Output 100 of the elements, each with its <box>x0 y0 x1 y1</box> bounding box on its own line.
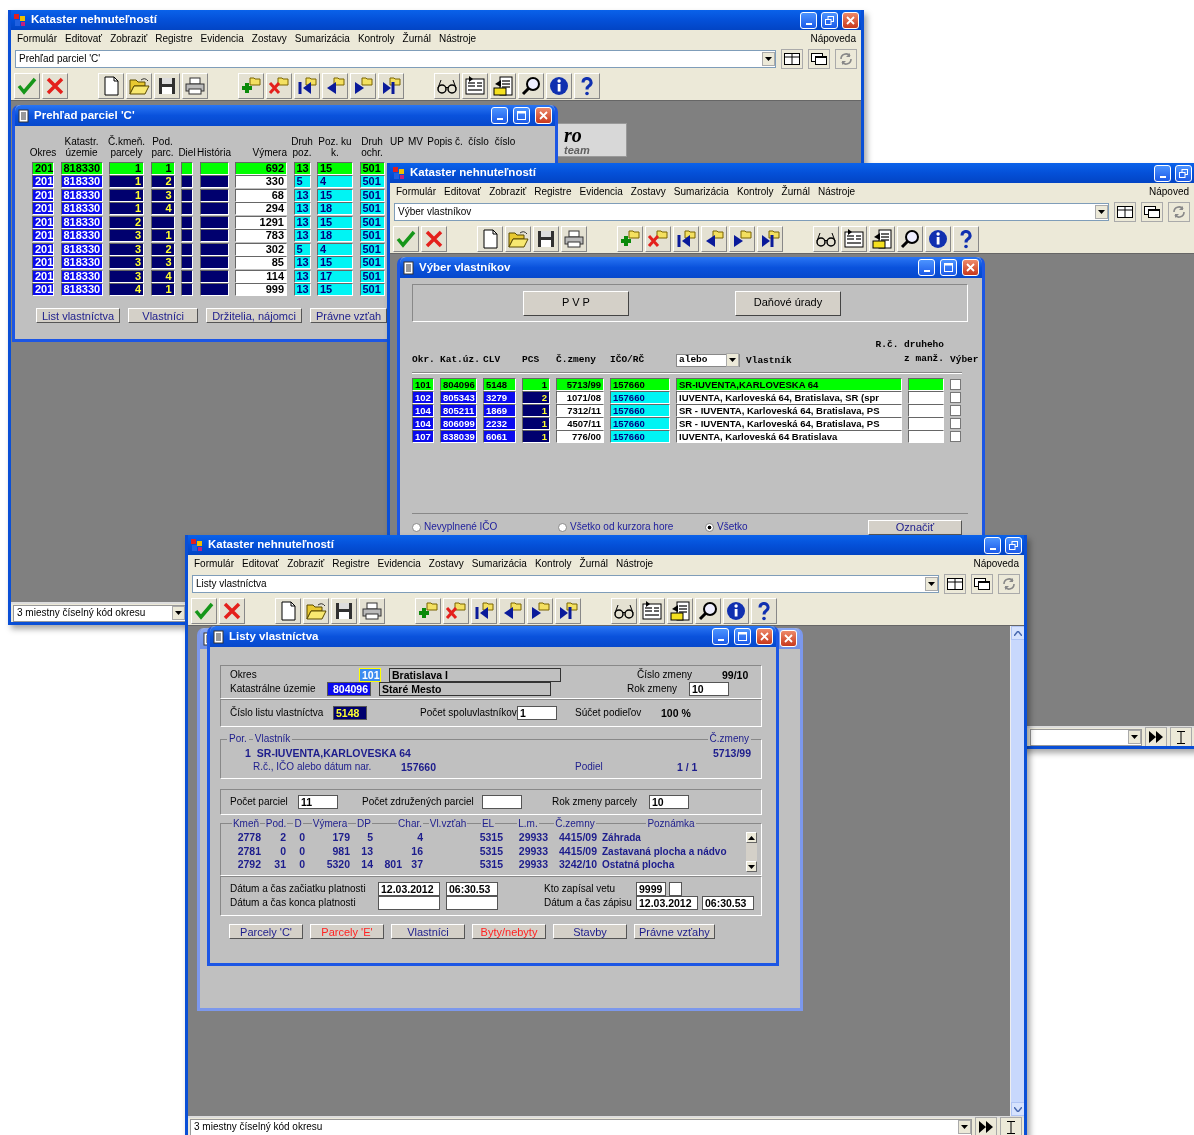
tile-button[interactable] <box>781 49 803 69</box>
maximize-button[interactable] <box>940 259 957 276</box>
dropdown-button[interactable] <box>172 606 185 620</box>
menu-item[interactable]: Sumarizácia <box>290 32 354 45</box>
menu-item[interactable]: Nápoveda <box>969 557 1022 570</box>
form-button[interactable]: Parcely 'C' <box>229 924 303 939</box>
cascade-button[interactable] <box>808 49 830 69</box>
menu-item[interactable]: Nápoved <box>1144 185 1192 198</box>
toolbar-button[interactable] <box>751 597 777 624</box>
user-field[interactable] <box>669 882 682 896</box>
refresh-button[interactable] <box>835 49 857 69</box>
dropdown-button[interactable] <box>958 1120 971 1134</box>
toolbar-button[interactable] <box>673 225 699 252</box>
checkbox[interactable] <box>950 404 961 416</box>
menu-item[interactable]: Editovať <box>238 557 284 570</box>
menu-item[interactable]: Evidencia <box>575 185 627 198</box>
toolbar-button[interactable] <box>350 72 376 99</box>
radio-button[interactable] <box>412 522 421 532</box>
toolbar-button[interactable] <box>667 597 693 624</box>
menu-item[interactable]: Kontroly <box>530 557 576 570</box>
menu-item[interactable]: Kontroly <box>732 185 778 198</box>
count-field[interactable] <box>482 795 522 809</box>
close-button[interactable] <box>756 628 773 645</box>
menu-item[interactable]: Registre <box>151 32 197 45</box>
toolbar-button[interactable] <box>813 225 839 252</box>
tile-button[interactable] <box>944 574 966 594</box>
minimize-button[interactable] <box>918 259 935 276</box>
toolbar-button[interactable] <box>729 225 755 252</box>
fast-forward-button[interactable] <box>975 1117 997 1135</box>
district-name-field[interactable]: Bratislava I <box>389 668 561 682</box>
form-selector-dropdown[interactable]: Prehľad parciel 'C' <box>15 50 776 68</box>
toolbar-button[interactable] <box>841 225 867 252</box>
co-owners-field[interactable]: 1 <box>517 706 557 720</box>
toolbar-button[interactable] <box>499 597 525 624</box>
toolbar-button[interactable] <box>897 225 923 252</box>
toolbar-button[interactable] <box>434 72 460 99</box>
toolbar-button[interactable] <box>574 72 600 99</box>
maximize-button[interactable] <box>513 107 530 124</box>
close-button[interactable] <box>780 630 797 647</box>
refresh-button[interactable] <box>998 574 1020 594</box>
toolbar-button[interactable] <box>462 72 488 99</box>
cursor-button[interactable] <box>1170 727 1192 746</box>
user-field[interactable]: 9999 <box>636 882 666 896</box>
menu-item[interactable]: Zobraziť <box>106 32 152 45</box>
mark-button[interactable]: Označiť <box>868 519 962 535</box>
toolbar-button[interactable] <box>322 72 348 99</box>
menu-item[interactable]: Formulár <box>13 32 61 45</box>
form-button[interactable]: Právne vzťah <box>309 308 388 323</box>
toolbar-button[interactable] <box>331 597 357 624</box>
date-field[interactable]: 12.03.2012 <box>378 882 440 896</box>
dropdown-button[interactable] <box>762 52 775 66</box>
toolbar-button[interactable] <box>639 597 665 624</box>
form-button[interactable]: Vlastníci <box>391 924 465 939</box>
cadastre-code-field[interactable]: 804096 <box>327 682 371 696</box>
restore-button[interactable] <box>821 11 838 29</box>
toolbar-button[interactable] <box>701 225 727 252</box>
form-button[interactable]: Držitelia, nájomci <box>206 308 302 323</box>
tile-button[interactable] <box>1114 202 1136 222</box>
form-selector-dropdown[interactable]: Výber vlastníkov <box>394 203 1109 221</box>
toolbar-button[interactable] <box>723 597 749 624</box>
filter-dropdown[interactable]: alebo <box>676 353 740 367</box>
toolbar-button[interactable] <box>953 225 979 252</box>
menu-item[interactable]: Evidencia <box>373 557 425 570</box>
minimize-button[interactable] <box>491 107 508 124</box>
toolbar-button[interactable] <box>471 597 497 624</box>
count-field[interactable]: 11 <box>298 795 338 809</box>
minimize-button[interactable] <box>984 536 1001 554</box>
menu-item[interactable]: Registre <box>328 557 374 570</box>
minimize-button[interactable] <box>800 11 817 29</box>
time-field[interactable] <box>446 896 498 910</box>
form-button[interactable]: Stavby <box>553 924 627 939</box>
toolbar-button[interactable] <box>869 225 895 252</box>
toolbar-button[interactable] <box>518 72 544 99</box>
time-field[interactable]: 06:30.53 <box>446 882 498 896</box>
minimize-button[interactable] <box>1154 164 1171 182</box>
maximize-button[interactable] <box>734 628 751 645</box>
count-field[interactable]: 10 <box>649 795 689 809</box>
dropdown-button[interactable] <box>1128 730 1141 744</box>
menu-item[interactable]: Nástroje <box>611 557 658 570</box>
menu-item[interactable]: Zostavy <box>247 32 291 45</box>
toolbar-button[interactable] <box>925 225 951 252</box>
menu-item[interactable]: Sumarizácia <box>467 557 531 570</box>
toolbar-button[interactable] <box>555 597 581 624</box>
form-button[interactable]: Vlastníci <box>128 308 199 323</box>
fast-forward-button[interactable] <box>1145 727 1167 746</box>
form-button[interactable]: Právne vzťahy <box>634 924 715 939</box>
sheet-number-field[interactable]: 5148 <box>333 706 367 720</box>
toolbar-button[interactable] <box>378 72 404 99</box>
toolbar-button[interactable] <box>527 597 553 624</box>
menu-item[interactable]: Formulár <box>392 185 440 198</box>
restore-button[interactable] <box>1005 536 1022 554</box>
toolbar-button[interactable] <box>533 225 559 252</box>
date-field[interactable] <box>378 896 440 910</box>
toolbar-button[interactable] <box>695 597 721 624</box>
form-button[interactable]: P V P <box>523 290 629 316</box>
radio-option[interactable]: Všetko od kurzora hore <box>558 521 705 534</box>
radio-button[interactable] <box>558 522 567 532</box>
date-field[interactable]: 12.03.2012 <box>636 896 698 910</box>
menu-item[interactable]: Zobraziť <box>485 185 531 198</box>
menu-item[interactable]: Nápoveda <box>806 32 859 45</box>
